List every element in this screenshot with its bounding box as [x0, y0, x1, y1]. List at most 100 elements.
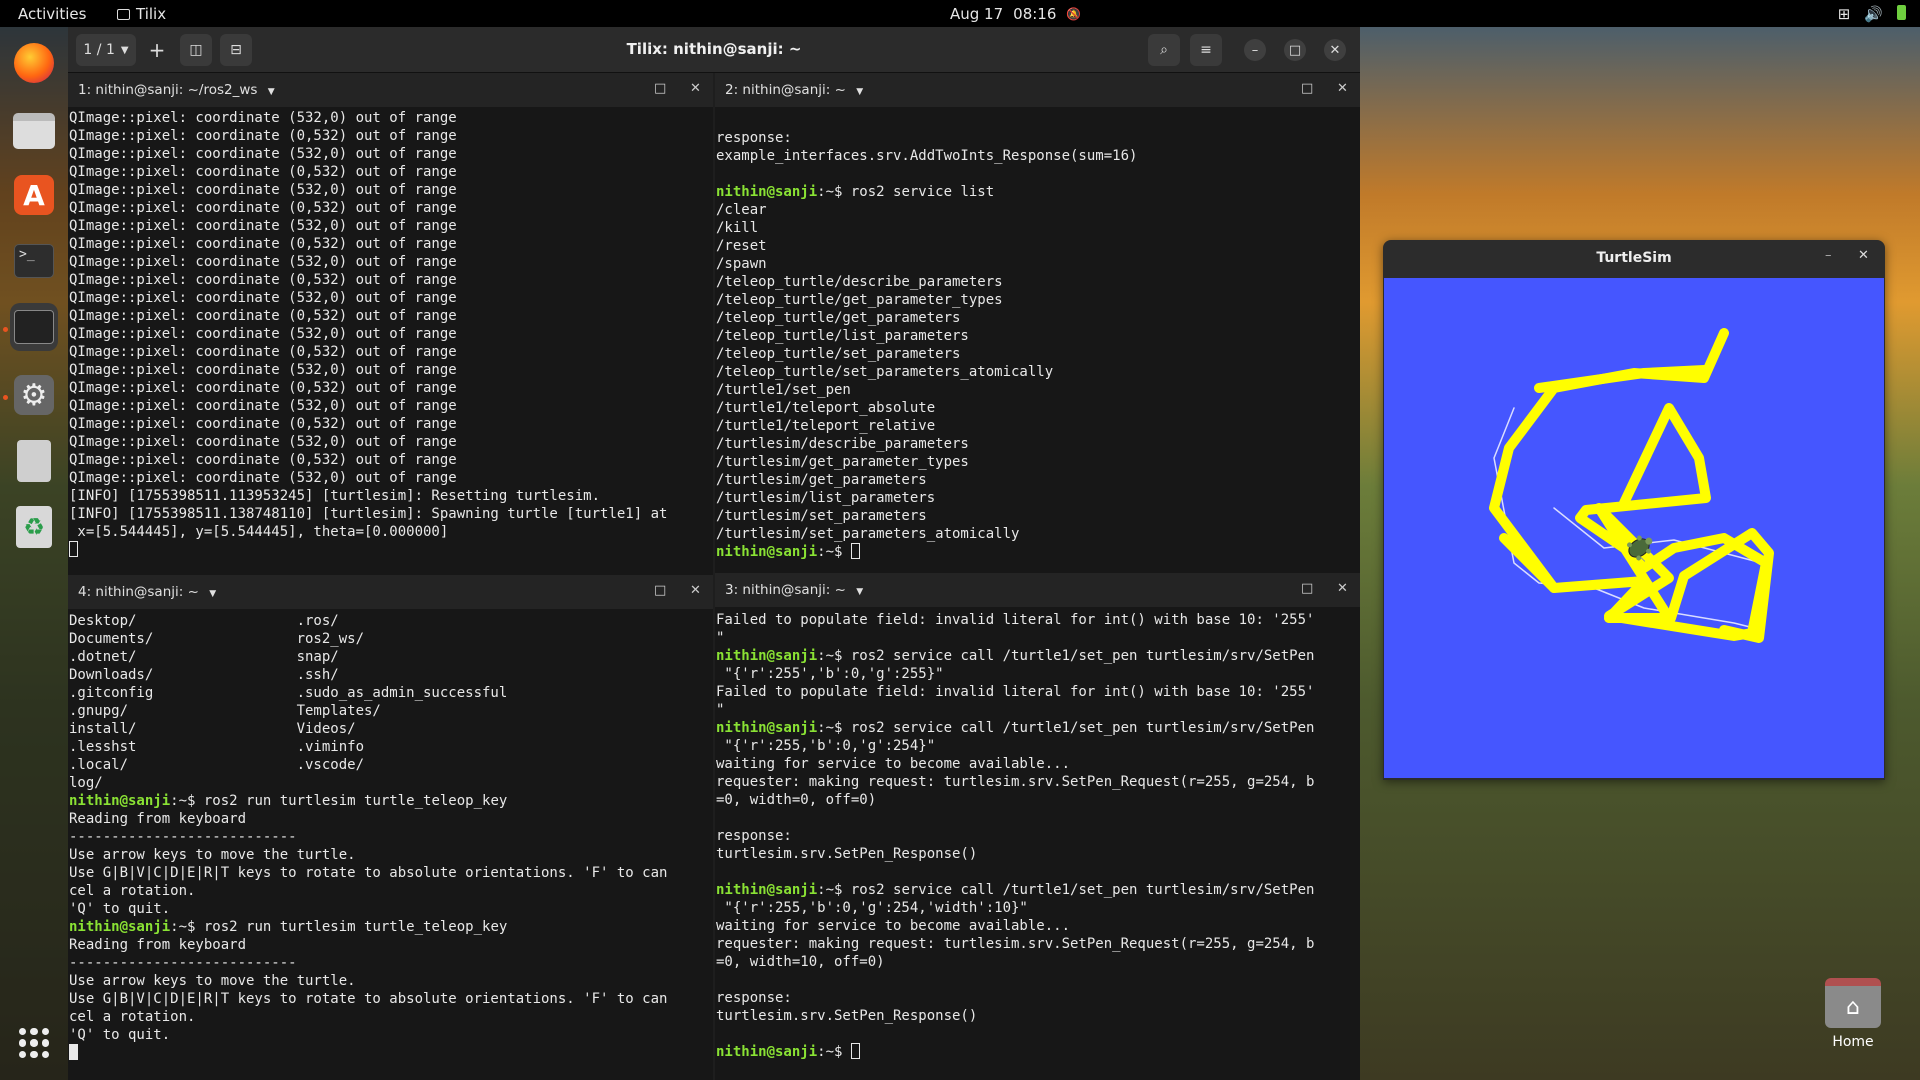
- line-text: :~$ ros2 service call /turtle1/set_pen t…: [817, 648, 1315, 664]
- files-icon[interactable]: [10, 107, 58, 155]
- minimize-icon: –: [1251, 42, 1259, 58]
- line-text: ---------------------------: [69, 829, 297, 845]
- tilix-window: 1 / 1 ▼ + ◫ ⊟ Tilix: nithin@sanji: ~ ⌕ ≡…: [68, 27, 1360, 1080]
- line-text: ---------------------------: [69, 955, 297, 971]
- menu-button[interactable]: ≡: [1190, 34, 1222, 66]
- line-text: /turtle1/teleport_absolute: [716, 400, 936, 416]
- clock[interactable]: Aug 17 08:16 🔕: [950, 5, 1081, 23]
- system-tray[interactable]: ⊞ 🔊: [1838, 5, 1906, 23]
- line-text: QImage::pixel: coordinate (532,0) out of…: [69, 218, 457, 234]
- pane-titlebar[interactable]: 2: nithin@sanji: ~ ▼ □ ✕: [715, 73, 1360, 107]
- terminal-line: Reading from keyboard: [69, 810, 713, 828]
- chevron-down-icon: ▼: [267, 87, 275, 97]
- search-button[interactable]: ⌕: [1148, 34, 1180, 66]
- terminal-line: QImage::pixel: coordinate (532,0) out of…: [69, 433, 713, 451]
- terminal-pane-4[interactable]: 4: nithin@sanji: ~ ▼ □ ✕ Desktop/ .ros/D…: [68, 575, 713, 1080]
- terminal-line: QImage::pixel: coordinate (0,532) out of…: [69, 235, 713, 253]
- terminal-pane-3[interactable]: 3: nithin@sanji: ~ ▼ □ ✕ Failed to popul…: [715, 573, 1360, 1080]
- terminal-output[interactable]: response: example_interfaces.srv.AddTwoIn…: [715, 129, 1360, 561]
- close-icon[interactable]: ✕: [1858, 248, 1869, 263]
- terminal-line: QImage::pixel: coordinate (0,532) out of…: [69, 199, 713, 217]
- close-pane-icon[interactable]: ✕: [690, 583, 701, 598]
- close-pane-icon[interactable]: ✕: [1337, 581, 1348, 596]
- line-text: QImage::pixel: coordinate (532,0) out of…: [69, 254, 457, 270]
- maximize-button[interactable]: □: [1284, 39, 1306, 61]
- maximize-icon: □: [1288, 42, 1302, 58]
- line-text: turtlesim.srv.SetPen_Response(): [716, 846, 978, 862]
- line-text: QImage::pixel: coordinate (0,532) out of…: [69, 344, 457, 360]
- line-text: requester: making request: turtlesim.srv…: [716, 774, 1315, 790]
- terminal-line: response:: [716, 989, 1360, 1007]
- line-text: QImage::pixel: coordinate (0,532) out of…: [69, 128, 457, 144]
- line-text: "{'r':255,'b':0,'g':254,'width':10}": [716, 900, 1028, 916]
- app-menu[interactable]: Tilix: [117, 5, 166, 23]
- terminal-line: .gitconfig .sudo_as_admin_successful: [69, 684, 713, 702]
- close-button[interactable]: ✕: [1324, 39, 1346, 61]
- close-pane-icon[interactable]: ✕: [1337, 81, 1348, 96]
- terminal-line: QImage::pixel: coordinate (532,0) out of…: [69, 361, 713, 379]
- line-text: .gitconfig .sudo_as_admin_successful: [69, 685, 508, 701]
- line-text: [INFO] [1755398511.113953245] [turtlesim…: [69, 488, 601, 504]
- terminal-line: /teleop_turtle/get_parameter_types: [716, 291, 1360, 309]
- firefox-icon[interactable]: [10, 39, 58, 87]
- terminal-line: nithin@sanji:~$ ros2 service call /turtl…: [716, 881, 1360, 899]
- maximize-pane-icon[interactable]: □: [1301, 81, 1313, 96]
- terminal-line: /clear: [716, 201, 1360, 219]
- line-text: Use G|B|V|C|D|E|R|T keys to rotate to ab…: [69, 991, 668, 1007]
- date-label: Aug 17: [950, 5, 1004, 23]
- terminal-line: QImage::pixel: coordinate (0,532) out of…: [69, 271, 713, 289]
- tilix-dock-icon[interactable]: [10, 303, 58, 351]
- trash-icon[interactable]: ♻: [10, 503, 58, 551]
- app-center-icon[interactable]: A: [10, 171, 58, 219]
- terminal-icon[interactable]: >_: [10, 237, 58, 285]
- line-text: requester: making request: turtlesim.srv…: [716, 936, 1315, 952]
- maximize-pane-icon[interactable]: □: [654, 81, 666, 96]
- show-apps-icon[interactable]: [10, 1019, 58, 1067]
- pane-title: 2: nithin@sanji: ~: [725, 82, 846, 98]
- tilix-icon: [117, 8, 130, 20]
- line-text: /teleop_turtle/set_parameters: [716, 346, 961, 362]
- settings-icon[interactable]: ⚙: [10, 371, 58, 419]
- terminal-line: Documents/ ros2_ws/: [69, 630, 713, 648]
- maximize-pane-icon[interactable]: □: [1301, 581, 1313, 596]
- terminal-line: cel a rotation.: [69, 882, 713, 900]
- line-text: :~$ ros2 service list: [817, 184, 995, 200]
- terminal-pane-2[interactable]: 2: nithin@sanji: ~ ▼ □ ✕ response: exampl…: [715, 73, 1360, 597]
- pane-titlebar[interactable]: 1: nithin@sanji: ~/ros2_ws ▼ □ ✕: [68, 73, 713, 107]
- terminal-line: /spawn: [716, 255, 1360, 273]
- pane-titlebar[interactable]: 4: nithin@sanji: ~ ▼ □ ✕: [68, 575, 713, 609]
- line-text: QImage::pixel: coordinate (0,532) out of…: [69, 380, 457, 396]
- line-text: /teleop_turtle/get_parameters: [716, 310, 961, 326]
- line-text: .local/ .vscode/: [69, 757, 365, 773]
- terminal-pane-1[interactable]: 1: nithin@sanji: ~/ros2_ws ▼ □ ✕ QImage:…: [68, 73, 713, 597]
- terminal-line: /kill: [716, 219, 1360, 237]
- chevron-down-icon: ▼: [209, 589, 217, 599]
- minimize-button[interactable]: –: [1244, 39, 1266, 61]
- home-folder-icon: ⌂: [1825, 978, 1881, 1028]
- terminal-line: 'Q' to quit.: [69, 1026, 713, 1044]
- line-text: /turtlesim/set_parameters: [716, 508, 927, 524]
- terminal-output[interactable]: Failed to populate field: invalid litera…: [715, 611, 1360, 1061]
- activities-button[interactable]: Activities: [18, 5, 86, 23]
- close-pane-icon[interactable]: ✕: [690, 81, 701, 96]
- line-text: /reset: [716, 238, 767, 254]
- terminal-output[interactable]: QImage::pixel: coordinate (532,0) out of…: [68, 109, 713, 559]
- terminal-line: response:: [716, 129, 1360, 147]
- line-text: .lesshst .viminfo: [69, 739, 365, 755]
- text-editor-icon[interactable]: [10, 437, 58, 485]
- line-text: QImage::pixel: coordinate (532,0) out of…: [69, 290, 457, 306]
- line-text: log/: [69, 775, 103, 791]
- terminal-line: nithin@sanji:~$ ros2 service call /turtl…: [716, 719, 1360, 737]
- minimize-icon[interactable]: –: [1825, 248, 1832, 263]
- line-text: .dotnet/ snap/: [69, 649, 339, 665]
- terminal-line: Reading from keyboard: [69, 936, 713, 954]
- line-text: QImage::pixel: coordinate (0,532) out of…: [69, 200, 457, 216]
- maximize-pane-icon[interactable]: □: [654, 583, 666, 598]
- pane-titlebar[interactable]: 3: nithin@sanji: ~ ▼ □ ✕: [715, 573, 1360, 607]
- terminal-output[interactable]: Desktop/ .ros/Documents/ ros2_ws/ .dotnet…: [68, 612, 713, 1062]
- terminal-line: QImage::pixel: coordinate (0,532) out of…: [69, 343, 713, 361]
- desktop-home-icon[interactable]: ⌂ Home: [1822, 978, 1884, 1050]
